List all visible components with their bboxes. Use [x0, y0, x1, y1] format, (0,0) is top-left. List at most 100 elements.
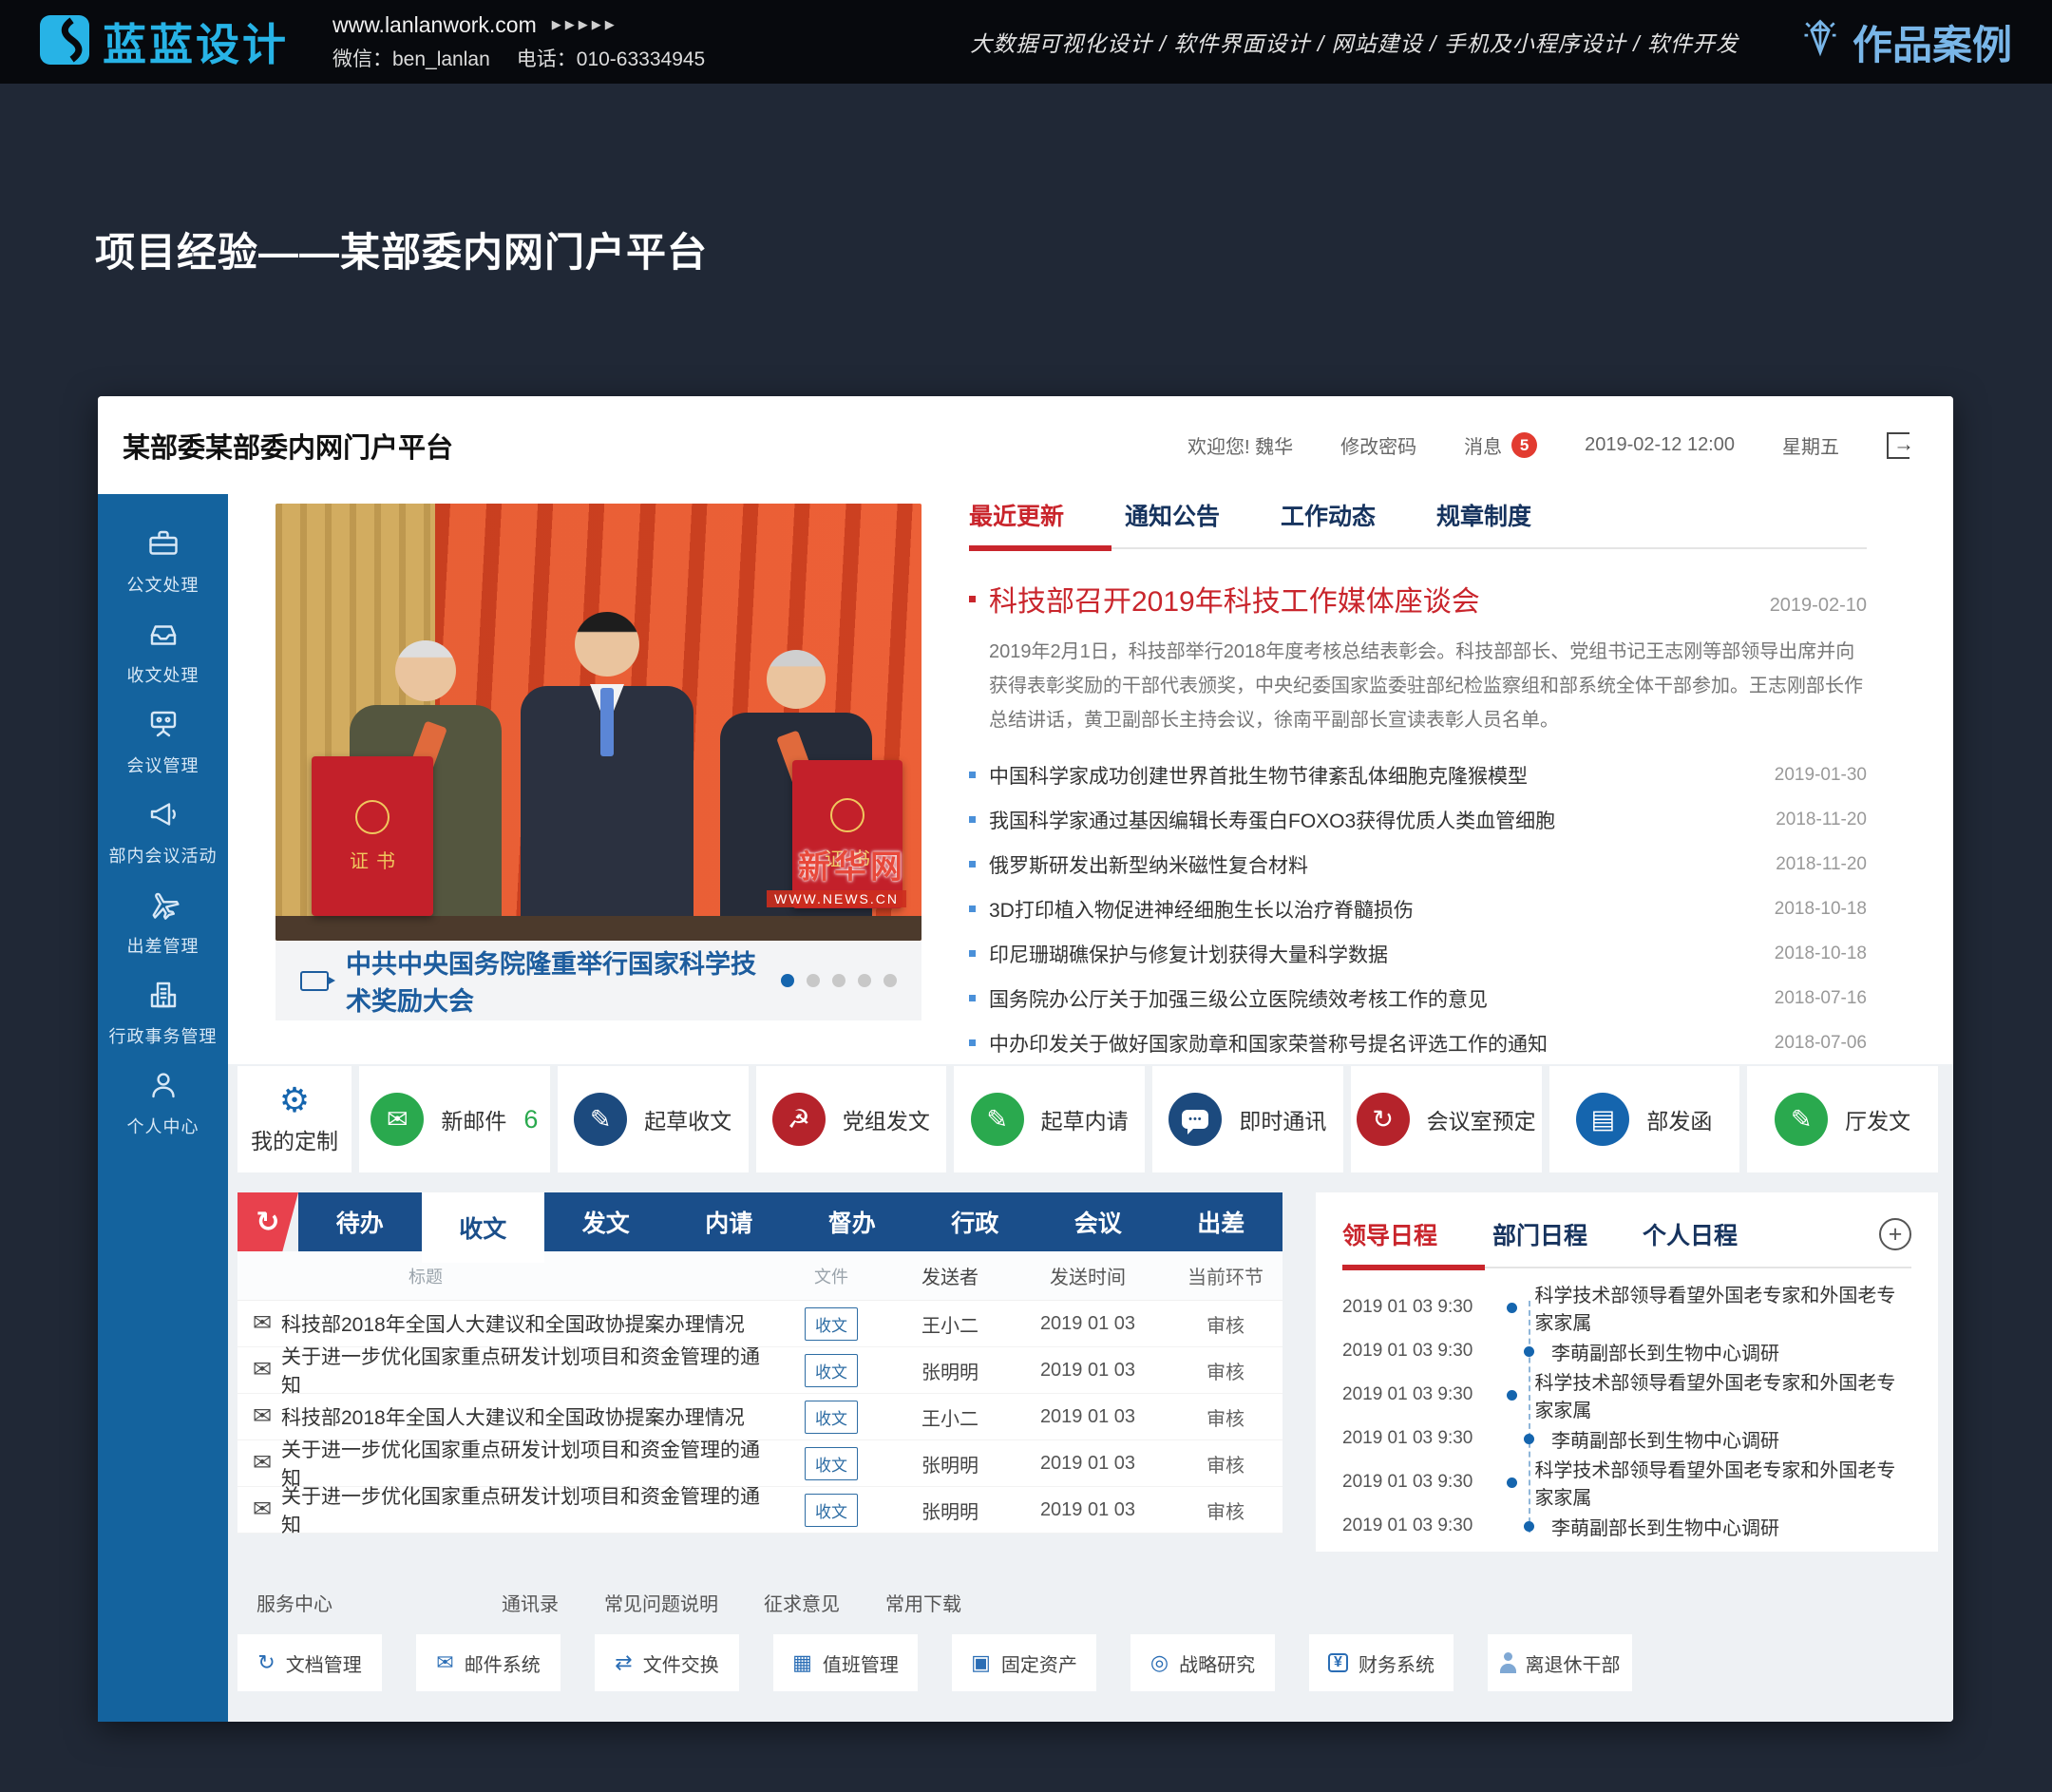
tab-notices[interactable]: 通知公告	[1125, 498, 1220, 532]
party-emblem-icon: ☭	[772, 1093, 826, 1146]
app-document-management[interactable]: ↻ 文档管理	[238, 1634, 382, 1691]
tab-leader-schedule[interactable]: 领导日程	[1342, 1217, 1437, 1251]
tab-supervision[interactable]: 督办	[790, 1192, 914, 1251]
sidebar-item-personal-center[interactable]: 个人中心	[98, 1068, 228, 1138]
refresh-icon[interactable]: ↻	[238, 1192, 298, 1251]
bullet-icon	[969, 995, 976, 1001]
add-schedule-button[interactable]: +	[1879, 1218, 1911, 1250]
footer-apps-row: ↻ 文档管理 ✉ 邮件系统 ⇄ 文件交换 ▦ 值班管理 ▣ 固定资产	[238, 1634, 1632, 1691]
carousel-dot[interactable]	[807, 974, 820, 987]
portfolio-link[interactable]: 作品案例	[1799, 13, 2012, 71]
app-strategy-research[interactable]: ◎ 战略研究	[1130, 1634, 1275, 1691]
featured-news: 科技部召开2019年科技工作媒体座谈会 2019-02-10	[969, 578, 1867, 620]
carousel-photo[interactable]: 证书 证书 新华网 WWW.NEWS.CN	[276, 504, 922, 941]
tab-administration[interactable]: 行政	[914, 1192, 1037, 1251]
tab-regulations[interactable]: 规章制度	[1436, 498, 1531, 532]
tab-internal-request[interactable]: 内请	[668, 1192, 791, 1251]
tab-department-schedule[interactable]: 部门日程	[1492, 1217, 1587, 1251]
site-url[interactable]: www.lanlanwork.com	[332, 12, 537, 38]
app-fixed-assets[interactable]: ▣ 固定资产	[952, 1634, 1096, 1691]
bullet-icon	[969, 816, 976, 823]
table-row[interactable]: ✉ 关于进一步优化国家重点研发计划项目和资金管理的通知 收文 张明明 2019 …	[238, 1440, 1282, 1487]
tab-personal-schedule[interactable]: 个人日程	[1643, 1217, 1738, 1251]
sidebar-item-label: 公文处理	[127, 572, 200, 597]
sidebar-item-meeting-management[interactable]: 会议管理	[98, 707, 228, 777]
quick-action-new-mail[interactable]: ✉ 新邮件 6	[359, 1066, 550, 1172]
tab-todo[interactable]: 待办	[298, 1192, 422, 1251]
app-duty-management[interactable]: ▦ 值班管理	[773, 1634, 918, 1691]
tab-recent-updates[interactable]: 最近更新	[969, 498, 1064, 532]
schedule-item[interactable]: 2019 01 03 9:30 李萌副部长到生物中心调研	[1342, 1504, 1911, 1548]
carousel-dot[interactable]	[832, 974, 846, 987]
quick-action-ministry-letters[interactable]: ▤ 部发函	[1549, 1066, 1740, 1172]
news-panel: 最近更新 通知公告 工作动态 规章制度 科技部召开2019年科技工作媒体座谈会 …	[969, 498, 1867, 1065]
news-list-item[interactable]: 中办印发关于做好国家勋章和国家荣誉称号提名评选工作的通知 2018-07-06	[969, 1020, 1867, 1065]
news-list-item[interactable]: 我国科学家通过基因编辑长寿蛋白FOXO3获得优质人类血管细胞 2018-11-2…	[969, 797, 1867, 842]
quick-action-meeting-room-booking[interactable]: ↻ 会议室预定	[1351, 1066, 1542, 1172]
compass-icon: ◎	[1150, 1652, 1168, 1673]
meeting-screen-icon	[146, 707, 180, 746]
tab-work-trends[interactable]: 工作动态	[1281, 498, 1376, 532]
sidebar-item-document-processing[interactable]: 公文处理	[98, 526, 228, 597]
national-emblem-icon	[830, 798, 864, 832]
app-mail-system[interactable]: ✉ 邮件系统	[416, 1634, 560, 1691]
messages-link[interactable]: 消息 5	[1464, 431, 1537, 459]
quick-action-office-documents[interactable]: ✎ 厅发文	[1747, 1066, 1938, 1172]
footer-links: 服务中心 通讯录 常见问题说明 征求意见 常用下载	[256, 1589, 961, 1616]
news-list-item[interactable]: 3D打印植入物促进神经细胞生长以治疗脊髓损伤 2018-10-18	[969, 886, 1867, 931]
quick-action-draft-internal[interactable]: ✎ 起草内请	[954, 1066, 1145, 1172]
quick-action-instant-messaging[interactable]: ••• 即时通讯	[1152, 1066, 1343, 1172]
app-finance-system[interactable]: ¥ 财务系统	[1309, 1634, 1454, 1691]
link-downloads[interactable]: 常用下载	[885, 1589, 961, 1616]
schedule-item[interactable]: 2019 01 03 9:30 科学技术部领导看望外国老专家和外国老专家家属	[1342, 1286, 1911, 1329]
table-row[interactable]: ✉ 科技部2018年全国人大建议和全国政协提案办理情况 收文 王小二 2019 …	[238, 1394, 1282, 1440]
link-contacts[interactable]: 通讯录	[502, 1589, 559, 1616]
news-list-item[interactable]: 俄罗斯研发出新型纳米磁性复合材料 2018-11-20	[969, 842, 1867, 886]
schedule-item[interactable]: 2019 01 03 9:30 科学技术部领导看望外国老专家和外国老专家家属	[1342, 1460, 1911, 1504]
table-row[interactable]: ✉ 科技部2018年全国人大建议和全国政协提案办理情况 收文 王小二 2019 …	[238, 1301, 1282, 1347]
quick-action-draft-incoming[interactable]: ✎ 起草收文	[558, 1066, 749, 1172]
quick-action-my-customization[interactable]: ⚙ 我的定制	[238, 1066, 352, 1172]
carousel-dot[interactable]	[781, 974, 794, 987]
logout-icon[interactable]	[1887, 432, 1910, 459]
news-list-item[interactable]: 印尼珊瑚礁保护与修复计划获得大量科学数据 2018-10-18	[969, 931, 1867, 976]
featured-news-title[interactable]: 科技部召开2019年科技工作媒体座谈会	[989, 578, 1757, 620]
sidebar-item-admin-affairs[interactable]: 行政事务管理	[98, 978, 228, 1048]
sidebar-item-label: 部内会议活动	[109, 843, 218, 867]
sidebar-item-internal-meetings[interactable]: 部内会议活动	[98, 797, 228, 867]
timeline-dot-icon	[1507, 1303, 1517, 1313]
sidebar-item-business-trips[interactable]: 出差管理	[98, 887, 228, 958]
chat-bubble-icon: •••	[1168, 1093, 1222, 1146]
table-row[interactable]: ✉ 关于进一步优化国家重点研发计划项目和资金管理的通知 收文 张明明 2019 …	[238, 1487, 1282, 1534]
link-feedback[interactable]: 征求意见	[764, 1589, 840, 1616]
tab-meetings[interactable]: 会议	[1036, 1192, 1160, 1251]
news-list-item[interactable]: 国务院办公厅关于加强三级公立医院绩效考核工作的意见 2018-07-16	[969, 976, 1867, 1020]
sidebar-item-incoming-docs[interactable]: 收文处理	[98, 617, 228, 687]
news-list-item[interactable]: 中国科学家成功创建世界首批生物节律紊乱体细胞克隆猴模型 2019-01-30	[969, 753, 1867, 797]
link-faq[interactable]: 常见问题说明	[604, 1589, 718, 1616]
letter-doc-icon: ▤	[1576, 1093, 1629, 1146]
quick-action-party-documents[interactable]: ☭ 党组发文	[756, 1066, 947, 1172]
link-service-center[interactable]: 服务中心	[256, 1589, 332, 1616]
change-password-link[interactable]: 修改密码	[1340, 431, 1416, 459]
app-retired-cadres[interactable]: 离退休干部	[1488, 1634, 1632, 1691]
monitor-icon: ▣	[971, 1652, 991, 1673]
sidebar-item-label: 收文处理	[127, 662, 200, 687]
carousel-caption[interactable]: 中共中央国务院隆重举行国家科学技术奖励大会	[346, 944, 764, 1018]
brand[interactable]: 蓝蓝设计	[40, 10, 289, 73]
table-row[interactable]: ✉ 关于进一步优化国家重点研发计划项目和资金管理的通知 收文 张明明 2019 …	[238, 1347, 1282, 1394]
carousel-dot[interactable]	[858, 974, 871, 987]
services-list: 大数据可视化设计 / 软件界面设计 / 网站建设 / 手机及小程序设计 / 软件…	[970, 26, 1738, 58]
carousel-dot[interactable]	[884, 974, 897, 987]
schedule-item[interactable]: 2019 01 03 9:30 科学技术部领导看望外国老专家和外国老专家家属	[1342, 1373, 1911, 1417]
news-carousel: 证书 证书 新华网 WWW.NEWS.CN 中共中央国务院隆重举行国家科学技术奖…	[276, 504, 922, 1020]
active-tab-underline	[969, 545, 1112, 551]
timeline-dot-icon	[1524, 1434, 1534, 1444]
welcome-text: 欢迎您! 魏华	[1188, 431, 1293, 459]
app-file-exchange[interactable]: ⇄ 文件交换	[595, 1634, 739, 1691]
doc-type-badge: 收文	[805, 1494, 858, 1527]
tab-outgoing[interactable]: 发文	[544, 1192, 668, 1251]
bullet-icon	[969, 772, 976, 778]
tab-incoming[interactable]: 收文	[422, 1192, 545, 1263]
tab-business-trip[interactable]: 出差	[1160, 1192, 1283, 1251]
